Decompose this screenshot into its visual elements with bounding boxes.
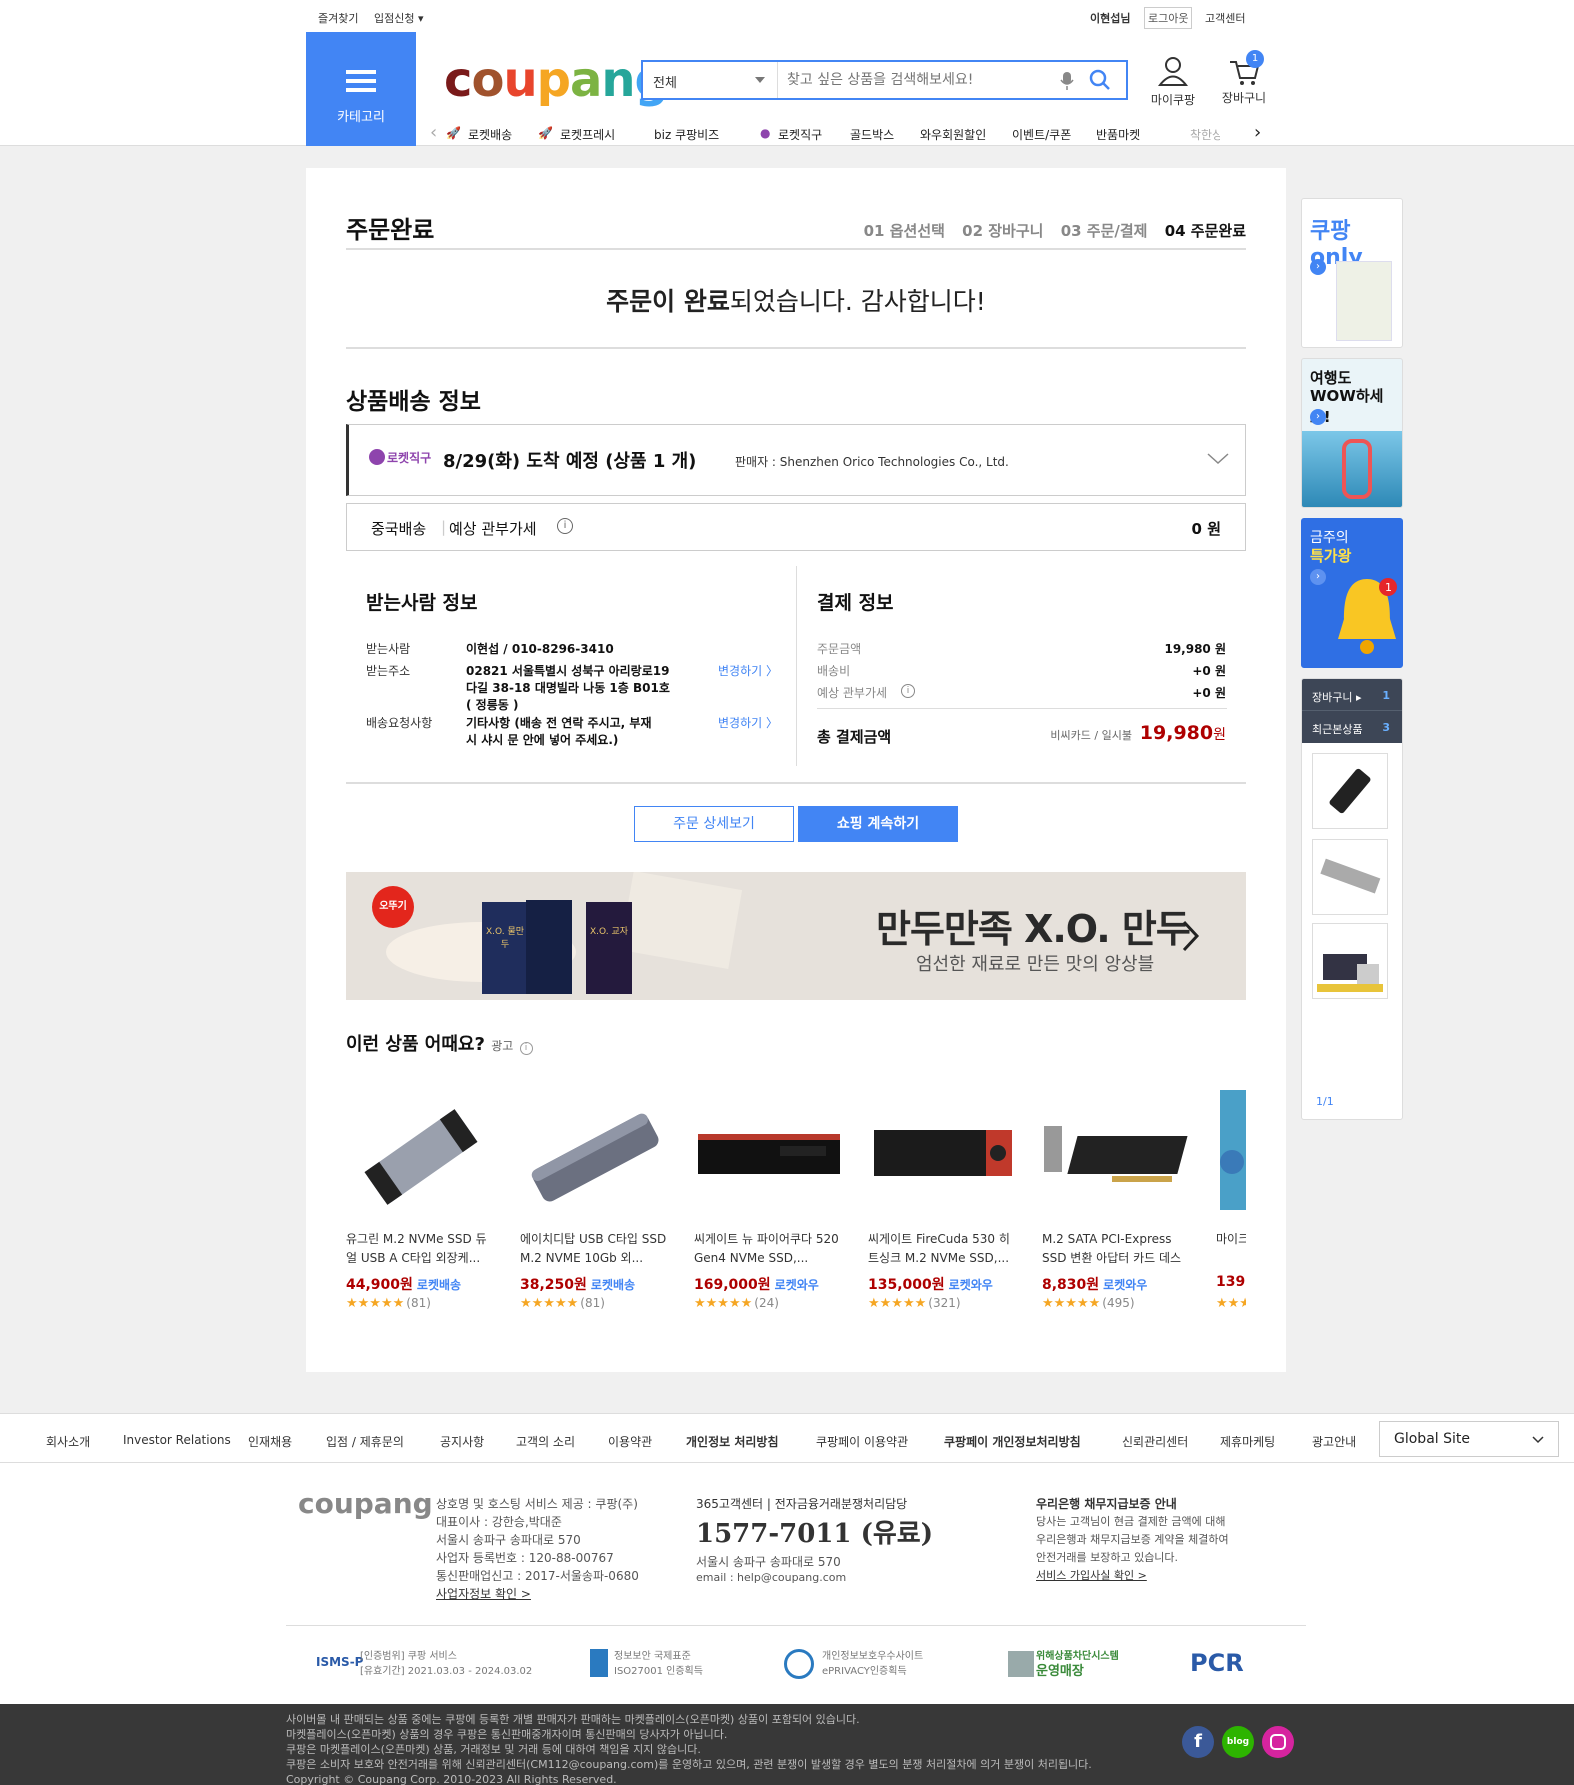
footer-logo: coupang xyxy=(298,1487,433,1520)
product-card[interactable]: 에이치디탑 USB C타입 SSD M.2 NVME 10Gb 외... 38,… xyxy=(520,1082,670,1322)
footer-link[interactable]: 광고안내 xyxy=(1312,1433,1356,1450)
footer-link[interactable]: Investor Relations xyxy=(123,1433,231,1447)
order-complete-panel: 주문완료 01 옵션선택 02 장바구니 03 주문/결제 04 주문완료 주문… xyxy=(306,168,1286,1372)
category-label: 카테고리 xyxy=(337,110,385,125)
footer-info: coupang 상호명 및 호스팅 서비스 제공 : 쿠팡(주) 대표이사 : 강… xyxy=(0,1463,1574,1704)
search-icon[interactable] xyxy=(1089,69,1111,91)
my-coupang-button[interactable]: 마이쿠팡 xyxy=(1148,56,1198,108)
chevron-right-icon: › xyxy=(1310,569,1326,585)
product-card[interactable]: 마이크 M.2 N 139, ★★★ xyxy=(1216,1082,1246,1322)
search-input[interactable] xyxy=(787,66,1047,94)
nav-next-arrow-icon[interactable]: › xyxy=(1254,122,1261,143)
customer-center-link[interactable]: 고객센터 xyxy=(1205,10,1245,26)
business-info-link[interactable]: 사업자정보 확인 > xyxy=(436,1585,639,1603)
footer-link[interactable]: 제휴마케팅 xyxy=(1220,1433,1275,1450)
search-bar: 전체 xyxy=(641,60,1128,100)
footer-link[interactable]: 개인정보 처리방침 xyxy=(686,1433,779,1450)
footer-link[interactable]: 쿠팡페이 개인정보처리방침 xyxy=(944,1433,1081,1450)
chevron-down-icon xyxy=(1532,1436,1544,1444)
nav-wow-discount[interactable]: 와우회원할인 xyxy=(920,126,986,143)
nav-rocket-global[interactable]: 로켓직구 xyxy=(778,126,822,143)
rocket-global-icon: ● xyxy=(760,126,771,140)
footer-link[interactable]: 공지사항 xyxy=(440,1433,484,1450)
nav-prev-arrow-icon[interactable]: ‹ xyxy=(430,122,437,143)
rocket-fresh-icon: 🚀 xyxy=(538,126,553,140)
recent-item-thumb[interactable] xyxy=(1312,753,1388,829)
category-nav-row: ‹ 🚀 로켓배송 🚀 로켓프레시 biz 쿠팡비즈 ● 로켓직구 골드박스 와우회원할… xyxy=(430,122,1270,146)
bookmark-link[interactable]: 즐겨찾기 xyxy=(318,10,358,26)
recent-item-thumb[interactable] xyxy=(1312,923,1388,999)
nav-return-market[interactable]: 반품마켓 xyxy=(1096,126,1140,143)
product-card[interactable]: M.2 SATA PCI-Express SSD 변환 아답터 카드 데스크..… xyxy=(1042,1082,1192,1322)
cs-phone: 1577-7011 (유료) xyxy=(696,1519,934,1549)
product-image xyxy=(1216,1082,1246,1232)
side-recent-row[interactable]: 최근본상품 3 xyxy=(1302,711,1402,743)
chevron-down-icon xyxy=(755,77,765,83)
rocket-icon: 🚀 xyxy=(446,126,461,140)
cart-button[interactable]: 장바구니 1 xyxy=(1216,50,1272,106)
product-image xyxy=(520,1082,670,1232)
recent-item-thumb[interactable] xyxy=(1312,839,1388,915)
footer-link[interactable]: 쿠팡페이 이용약관 xyxy=(816,1433,908,1450)
main-header: 카테고리 coupang 전체 마이쿠팡 장바구니 1 ‹ 🚀 로켓배송 🚀 로켓프… xyxy=(0,32,1574,146)
safety-cert-icon xyxy=(1008,1651,1034,1677)
microphone-icon[interactable] xyxy=(1060,71,1074,91)
nav-events-coupons[interactable]: 이벤트/쿠폰 xyxy=(1012,126,1071,143)
user-icon xyxy=(1157,57,1189,86)
footer-link[interactable]: 고객의 소리 xyxy=(516,1433,575,1450)
top-utility-bar: 즐겨찾기 입점신청 ▾ 이현섭님 로그아웃 고객센터 xyxy=(0,0,1574,32)
footer-link[interactable]: 신뢰관리센터 xyxy=(1122,1433,1188,1450)
cart-count-badge: 1 xyxy=(1246,50,1264,68)
blog-icon[interactable]: blog xyxy=(1222,1726,1254,1758)
product-card[interactable]: 유그린 M.2 NVMe SSD 듀얼 USB A C타입 외장케... 44,… xyxy=(346,1082,496,1322)
cs-title: 365고객센터 | 전자금융거래분쟁처리담당 xyxy=(696,1497,908,1511)
nav-rocket-delivery[interactable]: 로켓배송 xyxy=(468,126,512,143)
nav-goldbox[interactable]: 골드박스 xyxy=(850,126,894,143)
product-image xyxy=(1042,1082,1192,1232)
footer-link[interactable]: 인재채용 xyxy=(248,1433,292,1450)
svg-text:1: 1 xyxy=(1385,581,1392,594)
hamburger-icon xyxy=(346,70,376,92)
isms-logo: ISMS-P xyxy=(316,1655,364,1669)
coupang-logo[interactable]: coupang xyxy=(444,52,669,108)
nav-rocket-fresh[interactable]: 로켓프레시 xyxy=(560,126,615,143)
global-site-select[interactable]: Global Site xyxy=(1379,1421,1559,1457)
nav-good-deal[interactable]: 착한상 xyxy=(1190,126,1220,143)
recent-items-panel: 장바구니 ▸ 1 최근본상품 3 1/1 xyxy=(1301,678,1403,1120)
logout-button[interactable]: 로그아웃 xyxy=(1144,7,1193,29)
product-card[interactable]: 씨게이트 뉴 파이어쿠다 520 Gen4 NVMe SSD,... 169,0… xyxy=(694,1082,844,1322)
partner-apply-link[interactable]: 입점신청 ▾ xyxy=(374,10,424,26)
side-cart-row[interactable]: 장바구니 ▸ 1 xyxy=(1302,679,1402,711)
search-scope-select[interactable]: 전체 xyxy=(643,62,778,98)
product-card[interactable]: 씨게이트 FireCuda 530 히트싱크 M.2 NVMe SSD,... … xyxy=(868,1082,1018,1322)
pcr-logo: PCR xyxy=(1190,1649,1244,1677)
user-name: 이현섭님 xyxy=(1090,12,1131,25)
footer-link[interactable]: 입점 / 제휴문의 xyxy=(326,1433,404,1450)
product-image xyxy=(346,1082,496,1232)
bell-icon: 1 xyxy=(1338,578,1397,654)
coupang-only-banner[interactable]: 쿠팡 only › xyxy=(1301,198,1403,348)
iso-cert-icon xyxy=(590,1649,608,1677)
travel-wow-banner[interactable]: 여행도 WOW하세요! › xyxy=(1301,358,1403,508)
footer-links: 회사소개 Investor Relations 인재채용 입점 / 제휴문의 공… xyxy=(0,1413,1574,1463)
recent-page-indicator: 1/1 xyxy=(1316,1095,1334,1108)
footer-bottom: 사이버몰 내 판매되는 상품 중에는 쿠팡에 등록한 개별 판매자가 판매하는 … xyxy=(0,1704,1574,1785)
category-menu-button[interactable]: 카테고리 xyxy=(306,32,416,146)
facebook-icon[interactable]: f xyxy=(1182,1726,1214,1758)
instagram-icon[interactable] xyxy=(1262,1726,1294,1758)
eprivacy-icon xyxy=(784,1649,814,1679)
chevron-right-icon: › xyxy=(1310,259,1326,275)
footer-link[interactable]: 회사소개 xyxy=(46,1433,90,1450)
company-info: 상호명 및 호스팅 서비스 제공 : 쿠팡(주) 대표이사 : 강한승,박대준 서울… xyxy=(436,1497,639,1603)
product-image xyxy=(694,1082,844,1232)
guarantee-link[interactable]: 서비스 가입사실 확인 > xyxy=(1036,1567,1229,1585)
nav-coupang-biz[interactable]: biz 쿠팡비즈 xyxy=(654,126,719,143)
footer-link[interactable]: 이용약관 xyxy=(608,1433,652,1450)
product-image xyxy=(868,1082,1018,1232)
chevron-right-icon: › xyxy=(1310,409,1326,425)
weekly-deal-banner[interactable]: 금주의 특가왕 › 1 xyxy=(1301,518,1403,668)
